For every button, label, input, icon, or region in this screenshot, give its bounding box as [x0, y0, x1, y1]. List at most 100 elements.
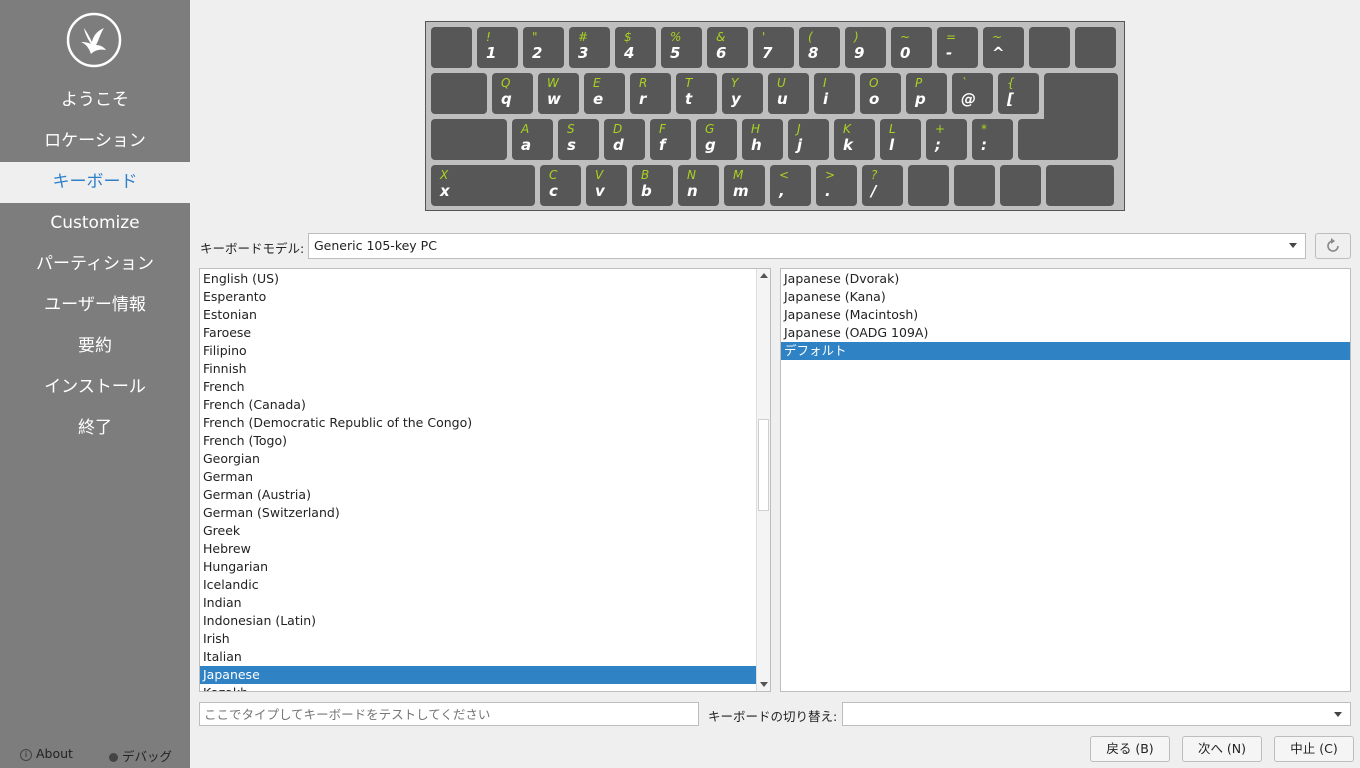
- keyboard-key: (8: [799, 27, 840, 68]
- layout-list[interactable]: English (US) Esperanto Estonian Faroese Fili…: [199, 268, 771, 692]
- key-shift-legend: ?: [871, 168, 878, 182]
- key-shift-legend: =: [946, 30, 957, 44]
- scrollbar-thumb[interactable]: [758, 419, 769, 511]
- key-shift-legend: J: [797, 122, 801, 136]
- list-item[interactable]: Japanese (Kana): [781, 288, 1350, 306]
- list-item[interactable]: French: [200, 378, 756, 396]
- sidebar-item[interactable]: ようこそ: [0, 80, 190, 121]
- keyboard-key: [1000, 165, 1041, 206]
- list-item[interactable]: Georgian: [200, 450, 756, 468]
- keyboard-key: Ss: [558, 119, 599, 160]
- keyboard-model-select[interactable]: Generic 105-key PC: [308, 233, 1306, 259]
- list-item[interactable]: Icelandic: [200, 576, 756, 594]
- back-button[interactable]: 戻る (B): [1090, 736, 1170, 762]
- list-item[interactable]: Japanese: [200, 666, 756, 684]
- keyboard-key: Nn: [678, 165, 719, 206]
- keyboard-key: ! 1: [477, 27, 518, 68]
- next-button[interactable]: 次へ (N): [1182, 736, 1262, 762]
- key-shift-legend: P: [915, 76, 923, 90]
- keyboard-key: % 5: [661, 27, 702, 68]
- reset-model-button[interactable]: [1315, 233, 1351, 259]
- sidebar-item[interactable]: インストール: [0, 367, 190, 408]
- keyboard-key: Oo: [860, 73, 901, 114]
- key-legend: p: [915, 90, 926, 108]
- key-shift-legend: T: [685, 76, 693, 90]
- key-legend: q: [501, 90, 512, 108]
- key-legend: g: [705, 136, 716, 154]
- key-legend: i: [823, 90, 829, 108]
- keyboard-key: Ee: [584, 73, 625, 114]
- about-button[interactable]: i About: [20, 746, 73, 761]
- key-legend: e: [593, 90, 604, 108]
- list-item[interactable]: デフォルト: [781, 342, 1350, 360]
- chevron-down-icon: [1289, 243, 1297, 248]
- debug-button[interactable]: デバッグ: [109, 746, 172, 765]
- key-legend: ;: [935, 136, 941, 154]
- list-item[interactable]: Hungarian: [200, 558, 756, 576]
- list-item[interactable]: Faroese: [200, 324, 756, 342]
- list-item[interactable]: Italian: [200, 648, 756, 666]
- list-item[interactable]: Hebrew: [200, 540, 756, 558]
- key-shift-legend: N: [687, 168, 696, 182]
- scroll-down-icon[interactable]: [760, 682, 768, 687]
- key-shift-legend: M: [733, 168, 744, 182]
- list-item[interactable]: Irish: [200, 630, 756, 648]
- scroll-up-icon[interactable]: [760, 273, 768, 278]
- sidebar-item[interactable]: キーボード: [0, 162, 190, 203]
- keyboard-test-input[interactable]: [199, 702, 699, 726]
- list-item[interactable]: Kazakh: [200, 684, 756, 691]
- keyboard-model-label: キーボードモデル:: [200, 241, 305, 256]
- list-item[interactable]: German (Austria): [200, 486, 756, 504]
- list-item[interactable]: Japanese (Macintosh): [781, 306, 1350, 324]
- keyboard-key: [431, 73, 487, 114]
- layout-list-scrollbar[interactable]: [756, 269, 770, 691]
- key-legend: ^: [992, 44, 1005, 62]
- list-item[interactable]: German (Switzerland): [200, 504, 756, 522]
- list-item[interactable]: Greek: [200, 522, 756, 540]
- sidebar-item[interactable]: ユーザー情報: [0, 285, 190, 326]
- sidebar-item[interactable]: ロケーション: [0, 121, 190, 162]
- list-item[interactable]: Estonian: [200, 306, 756, 324]
- list-item[interactable]: Filipino: [200, 342, 756, 360]
- list-item[interactable]: Japanese (Dvorak): [781, 270, 1350, 288]
- sidebar-item[interactable]: 要約: [0, 326, 190, 367]
- list-item[interactable]: French (Togo): [200, 432, 756, 450]
- chevron-down-icon: [1334, 712, 1342, 717]
- key-legend: 9: [854, 44, 865, 62]
- cancel-button[interactable]: 中止 (C): [1274, 736, 1354, 762]
- key-shift-legend: R: [639, 76, 648, 90]
- sidebar-item[interactable]: パーティション: [0, 244, 190, 285]
- sidebar-item[interactable]: 終了: [0, 408, 190, 449]
- key-shift-legend: %: [670, 30, 682, 44]
- key-shift-legend: +: [935, 122, 946, 136]
- list-item[interactable]: Indian: [200, 594, 756, 612]
- keyboard-key: Ll: [880, 119, 921, 160]
- list-item[interactable]: Japanese (OADG 109A): [781, 324, 1350, 342]
- list-item[interactable]: Finnish: [200, 360, 756, 378]
- key-shift-legend: ~: [900, 30, 911, 44]
- variant-list[interactable]: Japanese (Dvorak) Japanese (Kana) Japanese…: [780, 268, 1351, 692]
- key-legend: 1: [486, 44, 497, 62]
- key-shift-legend: !: [486, 30, 491, 44]
- keyboard-key: [431, 27, 472, 68]
- key-shift-legend: #: [578, 30, 589, 44]
- list-item[interactable]: English (US): [200, 270, 756, 288]
- sidebar-item[interactable]: Customize: [0, 203, 190, 244]
- key-legend: c: [549, 182, 558, 200]
- key-legend: u: [777, 90, 788, 108]
- list-item[interactable]: Esperanto: [200, 288, 756, 306]
- list-item[interactable]: French (Democratic Republic of the Congo…: [200, 414, 756, 432]
- key-shift-legend: I: [823, 76, 827, 90]
- list-item[interactable]: German: [200, 468, 756, 486]
- keyboard-key: *:: [972, 119, 1013, 160]
- keyboard-switch-select[interactable]: [842, 702, 1351, 726]
- key-shift-legend: F: [659, 122, 666, 136]
- key-shift-legend: *: [981, 122, 987, 136]
- key-shift-legend: L: [889, 122, 896, 136]
- key-legend: m: [733, 182, 749, 200]
- keyboard-key: Vv: [586, 165, 627, 206]
- keyboard-model-value: Generic 105-key PC: [314, 238, 437, 253]
- list-item[interactable]: Indonesian (Latin): [200, 612, 756, 630]
- list-item[interactable]: French (Canada): [200, 396, 756, 414]
- key-shift-legend: S: [567, 122, 575, 136]
